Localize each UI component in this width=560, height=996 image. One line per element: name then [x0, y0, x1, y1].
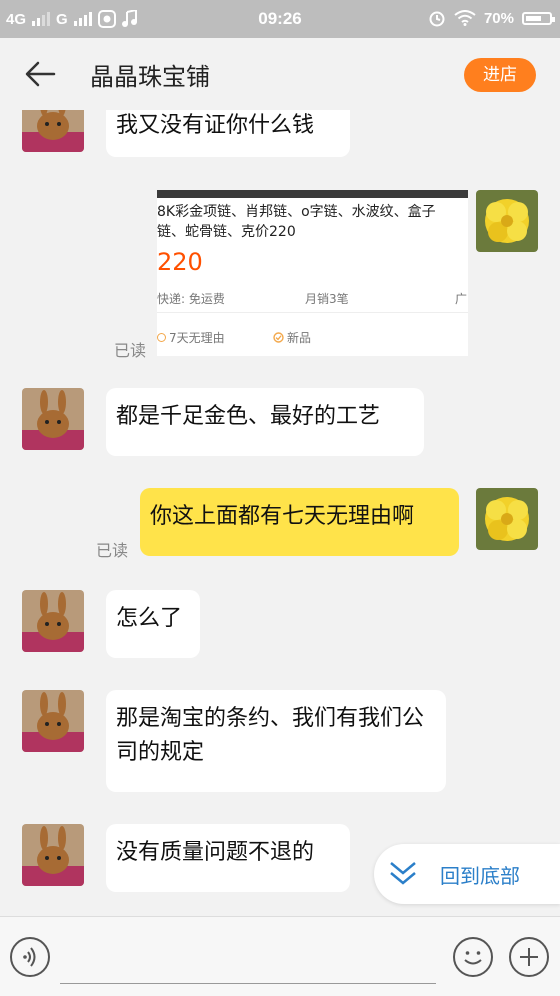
shop-avatar[interactable]	[22, 824, 84, 886]
chat-header: 晶晶珠宝铺 进店	[0, 38, 560, 110]
condition-tag: 新品	[273, 329, 311, 346]
message-bubble[interactable]: 都是千足金色、最好的工艺	[106, 388, 424, 456]
smiley-icon	[464, 951, 482, 965]
input-bar	[0, 916, 560, 996]
bunny-avatar-icon	[22, 824, 84, 886]
guarantee-icon	[157, 333, 166, 342]
message-text: 都是千足金色、最好的工艺	[116, 404, 381, 429]
my-avatar[interactable]	[476, 190, 538, 252]
back-arrow-icon[interactable]	[22, 58, 58, 90]
bunny-avatar-icon	[22, 388, 84, 450]
divider	[157, 312, 468, 313]
flower-avatar-icon	[476, 190, 538, 252]
shop-title: 晶晶珠宝铺	[90, 63, 210, 91]
shipping-info: 快递: 免运费	[157, 292, 225, 306]
double-chevron-down-icon	[390, 862, 416, 885]
battery-percent: 70%	[483, 9, 514, 27]
more-options-button[interactable]	[509, 937, 549, 977]
battery-icon	[522, 11, 555, 25]
product-price: 220	[157, 248, 203, 276]
enter-shop-button[interactable]: 进店	[464, 58, 536, 92]
monthly-sales: 月销3笔	[305, 292, 349, 306]
card-image-strip	[157, 190, 468, 198]
status-right: 70%	[428, 9, 555, 27]
status-bar: 4G G 09:26 70%	[0, 0, 560, 38]
guarantee-label: 7天无理由	[169, 331, 225, 345]
back-to-bottom-button[interactable]: 回到底部	[374, 844, 560, 904]
condition-label: 新品	[287, 331, 312, 345]
message-bubble[interactable]: 那是淘宝的条约、我们有我们公司的规定	[106, 690, 446, 792]
message-text: 你这上面都有七天无理由啊	[150, 504, 415, 529]
message-text: 我又没有证你什么钱	[116, 113, 315, 138]
my-avatar[interactable]	[476, 488, 538, 550]
message-bubble[interactable]: 没有质量问题不退的	[106, 824, 350, 892]
read-receipt: 已读	[114, 341, 147, 360]
message-text: 那是淘宝的条约、我们有我们公司的规定	[116, 706, 425, 765]
bunny-avatar-icon	[22, 690, 84, 752]
read-receipt: 已读	[96, 541, 129, 560]
check-icon	[273, 332, 284, 343]
message-bubble[interactable]: 我又没有证你什么钱	[106, 110, 350, 157]
product-card[interactable]: 8K彩金项链、肖邦链、o字链、水波纹、盒子链、蛇骨链、克价220 220 快递:…	[157, 190, 468, 356]
message-text: 没有质量问题不退的	[116, 840, 315, 865]
voice-icon	[23, 947, 36, 967]
product-title: 8K彩金项链、肖邦链、o字链、水波纹、盒子链、蛇骨链、克价220	[157, 204, 436, 240]
shop-avatar[interactable]	[22, 690, 84, 752]
alarm-icon	[429, 11, 445, 27]
guarantee-tag: 7天无理由	[157, 329, 225, 346]
message-input[interactable]	[60, 939, 436, 984]
bunny-avatar-icon	[22, 590, 84, 652]
back-to-bottom-label: 回到底部	[440, 864, 520, 888]
voice-input-button[interactable]	[10, 937, 50, 977]
flower-avatar-icon	[476, 488, 538, 550]
shop-avatar[interactable]	[22, 590, 84, 652]
shop-avatar[interactable]	[22, 110, 84, 152]
message-bubble[interactable]: 怎么了	[106, 590, 200, 658]
bunny-avatar-icon	[22, 110, 84, 152]
my-message-bubble[interactable]: 你这上面都有七天无理由啊	[140, 488, 459, 556]
location: 广	[455, 292, 468, 306]
shop-avatar[interactable]	[22, 388, 84, 450]
message-text: 怎么了	[116, 606, 183, 631]
plus-icon	[520, 948, 538, 966]
chat-area[interactable]: 我又没有证你什么钱 8K彩金项链、肖邦链、o字链、水波纹、盒子链、蛇骨链、克价2…	[0, 110, 560, 916]
emoji-button[interactable]	[453, 937, 493, 977]
wifi-icon	[454, 10, 476, 26]
